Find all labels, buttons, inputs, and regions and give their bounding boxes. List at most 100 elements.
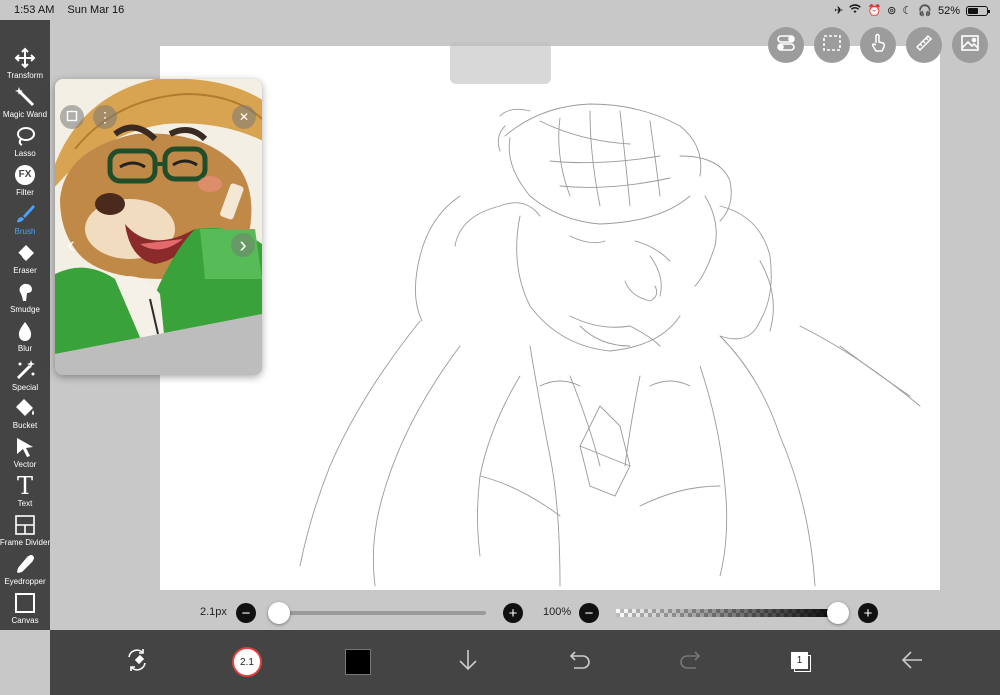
tool-label: Brush <box>14 226 36 236</box>
vector-arrow-icon <box>13 435 37 459</box>
minus-icon: − <box>241 604 251 622</box>
lasso-icon <box>13 124 37 148</box>
eyedropper-icon <box>13 552 37 576</box>
swap-brush-eraser-icon <box>124 647 150 678</box>
reference-next-button[interactable]: › <box>231 232 255 257</box>
battery-percent: 52% <box>937 4 960 17</box>
tool-label: Eyedropper <box>4 577 46 587</box>
hand-tap-icon <box>868 33 888 58</box>
blur-drop-icon <box>13 319 37 343</box>
image-icon <box>960 34 980 57</box>
location-icon: ⊚ <box>887 5 897 17</box>
tool-label: Frame Divider <box>0 538 51 548</box>
tool-text[interactable]: T Text <box>0 474 50 513</box>
top-right-toolbar <box>768 27 988 63</box>
tool-eraser[interactable]: Eraser <box>0 241 50 280</box>
tool-sidebar: Transform Magic Wand Lasso FX Filter Bru… <box>0 20 50 630</box>
ruler-button[interactable] <box>906 27 942 63</box>
alarm-icon: ⏰ <box>867 5 882 17</box>
chevron-left-icon: ‹ <box>67 232 75 257</box>
brush-size-increase-button[interactable]: + <box>503 603 523 623</box>
bucket-icon <box>13 396 37 420</box>
more-vertical-icon: ⋮ <box>98 108 112 125</box>
opacity-slider-knob[interactable] <box>827 602 849 624</box>
tool-vector[interactable]: Vector <box>0 435 50 474</box>
status-time: 1:53 AM <box>14 4 55 16</box>
eraser-icon <box>13 241 37 265</box>
tool-special[interactable]: Special <box>0 358 50 397</box>
tool-label: Magic Wand <box>2 109 48 119</box>
settings-toggle-button[interactable] <box>768 27 804 63</box>
close-icon: ✕ <box>238 110 250 124</box>
back-button[interactable] <box>892 642 932 682</box>
tool-label: Vector <box>13 460 37 470</box>
brush-size-badge: 2.1 <box>240 656 254 668</box>
canvas-hint-box <box>450 42 551 84</box>
brush-size-slider-knob[interactable] <box>268 602 290 624</box>
tool-label: Blur <box>17 343 33 353</box>
redo-button[interactable] <box>670 642 710 682</box>
text-glyph: T <box>16 472 33 501</box>
tool-label: Bucket <box>12 421 38 431</box>
reference-window[interactable]: ⋮ ✕ ‹ › <box>55 79 262 375</box>
chevron-right-icon: › <box>239 232 247 257</box>
brush-size-decrease-button[interactable]: − <box>236 603 256 623</box>
crop-icon <box>66 109 78 125</box>
redo-icon <box>678 650 702 675</box>
brush-size-indicator: 2.1 <box>232 647 262 677</box>
undo-button[interactable] <box>560 642 600 682</box>
tool-label: Text <box>17 499 33 509</box>
tool-transform[interactable]: Transform <box>0 46 50 85</box>
opacity-decrease-button[interactable]: − <box>579 603 599 623</box>
tool-brush[interactable]: Brush <box>0 202 50 241</box>
brush-size-slider[interactable] <box>270 611 486 615</box>
color-picker-button[interactable] <box>338 642 378 682</box>
tool-bucket[interactable]: Bucket <box>0 396 50 435</box>
transform-icon <box>13 46 37 70</box>
reference-image-button[interactable] <box>952 27 988 63</box>
brush-settings-button[interactable]: 2.1 <box>227 642 267 682</box>
layers-button[interactable]: 1 <box>781 642 821 682</box>
fx-glyph: FX <box>18 169 32 181</box>
toggle-icon <box>776 34 796 56</box>
reference-close-button[interactable]: ✕ <box>232 105 256 129</box>
tool-label: Special <box>11 382 39 392</box>
tool-frame-divider[interactable]: Frame Divider <box>0 513 50 552</box>
undo-icon <box>568 650 592 675</box>
magic-wand-icon <box>13 85 37 109</box>
tool-magic-wand[interactable]: Magic Wand <box>0 85 50 124</box>
battery-icon <box>966 5 990 16</box>
ruler-icon <box>914 33 934 58</box>
selection-button[interactable] <box>814 27 850 63</box>
quick-swap-button[interactable] <box>117 642 157 682</box>
tool-label: Filter <box>16 187 34 197</box>
fx-icon: FX <box>13 163 37 187</box>
opacity-slider[interactable] <box>616 609 846 617</box>
smudge-icon <box>13 280 37 304</box>
reference-menu-button[interactable]: ⋮ <box>93 105 117 129</box>
status-bar: 1:53 AM Sun Mar 16 ✈ ⏰ ⊚ ☾ 🎧 52% <box>0 0 1000 20</box>
tool-lasso[interactable]: Lasso <box>0 124 50 163</box>
selection-rect-icon <box>822 34 842 57</box>
reference-prev-button[interactable]: ‹ <box>59 232 83 257</box>
tool-eyedropper[interactable]: Eyedropper <box>0 552 50 591</box>
tool-label: Smudge <box>10 304 40 314</box>
plus-icon: + <box>863 604 873 622</box>
opacity-increase-button[interactable]: + <box>858 603 878 623</box>
arrow-left-icon <box>900 650 924 675</box>
tool-blur[interactable]: Blur <box>0 319 50 358</box>
reference-crop-button[interactable] <box>60 105 84 129</box>
moon-icon: ☾ <box>902 5 913 17</box>
touch-button[interactable] <box>860 27 896 63</box>
tool-filter[interactable]: FX Filter <box>0 163 50 202</box>
status-date: Sun Mar 16 <box>67 4 125 16</box>
tool-label: Eraser <box>13 265 37 275</box>
bottom-toolbar: 2.1 1 <box>50 630 1000 695</box>
headphones-icon: 🎧 <box>918 5 932 17</box>
plus-icon: + <box>508 604 518 622</box>
special-icon <box>13 358 37 382</box>
layers-icon: 1 <box>789 650 813 674</box>
layer-down-button[interactable] <box>448 642 488 682</box>
airplane-icon: ✈ <box>834 5 844 17</box>
tool-smudge[interactable]: Smudge <box>0 280 50 319</box>
